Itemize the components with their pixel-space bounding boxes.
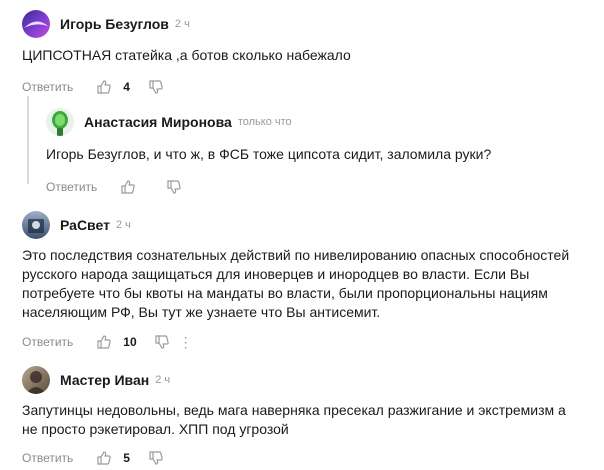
like-icon[interactable] (119, 178, 137, 196)
thread-line (27, 96, 29, 184)
comment: Игорь Безуглов 2 ч ЦИПСОТНАЯ статейка ,а… (22, 10, 604, 97)
comment-actions: Ответить 5 (22, 448, 604, 468)
like-icon[interactable] (95, 333, 113, 351)
comment-text-line: Запутинцы недовольны, ведь мага наверняк… (22, 402, 566, 418)
dislike-icon[interactable] (153, 333, 171, 351)
comment-time: только что (237, 116, 292, 128)
comment-time: 2 ч (155, 374, 171, 386)
comment-actions: Ответить (46, 177, 604, 197)
comment-header: Анастасия Миронова только что (46, 108, 604, 136)
dislike-icon[interactable] (165, 178, 183, 196)
like-icon[interactable] (95, 78, 113, 96)
comment: Мастер Иван 2 ч Запутинцы недовольны, ве… (22, 366, 604, 468)
reply-button[interactable]: Ответить (22, 80, 73, 94)
author-name[interactable]: Игорь Безуглов (60, 16, 169, 32)
comment-text: Игорь Безуглов, и что ж, в ФСБ тоже ципс… (46, 146, 492, 162)
reply-comment: Анастасия Миронова только что Игорь Безу… (46, 108, 604, 197)
more-options-icon[interactable]: ⋮ (179, 334, 193, 351)
comment-actions: Ответить 4 (22, 77, 604, 97)
comment-text-line: потребуете что бы квоты на мандаты во вл… (22, 285, 548, 301)
dislike-icon[interactable] (147, 78, 165, 96)
reply-button[interactable]: Ответить (22, 335, 73, 349)
author-name[interactable]: Анастасия Миронова (84, 114, 232, 130)
like-count: 10 (123, 335, 137, 349)
comment-text: Запутинцы недовольны, ведь мага наверняк… (22, 401, 604, 439)
comment-time: 2 ч (174, 18, 190, 30)
comment-header: Игорь Безуглов 2 ч (22, 10, 604, 38)
comment-actions: Ответить 10 ⋮ (22, 332, 604, 352)
reply-button[interactable]: Ответить (22, 451, 73, 465)
comment-text-line: русского народа защищаться для иноверцев… (22, 266, 530, 282)
avatar[interactable] (22, 211, 50, 239)
like-icon[interactable] (95, 449, 113, 467)
avatar[interactable] (46, 108, 74, 136)
comment-text-line: Это последствия сознательных действий по… (22, 247, 570, 263)
comment-text: Это последствия сознательных действий по… (22, 246, 604, 322)
comment-text-line: населяющим РФ, Вы тут же узнаете что Вы … (22, 304, 381, 320)
comment-text: ЦИПСОТНАЯ статейка ,а ботов сколько набе… (22, 47, 351, 63)
reply-button[interactable]: Ответить (46, 180, 97, 194)
like-count: 4 (123, 80, 130, 94)
author-name[interactable]: Мастер Иван (60, 372, 149, 388)
comment-time: 2 ч (115, 219, 131, 231)
dislike-icon[interactable] (147, 449, 165, 467)
comment-header: Мастер Иван 2 ч (22, 366, 604, 394)
like-count: 5 (123, 451, 130, 465)
comment-text-line: не просто рэкетировал. ХПП под угрозой (22, 421, 289, 437)
comment-header: РаСвет 2 ч (22, 211, 604, 239)
comment: РаСвет 2 ч Это последствия сознательных … (22, 211, 604, 352)
avatar[interactable] (22, 366, 50, 394)
avatar[interactable] (22, 10, 50, 38)
author-name[interactable]: РаСвет (60, 217, 110, 233)
